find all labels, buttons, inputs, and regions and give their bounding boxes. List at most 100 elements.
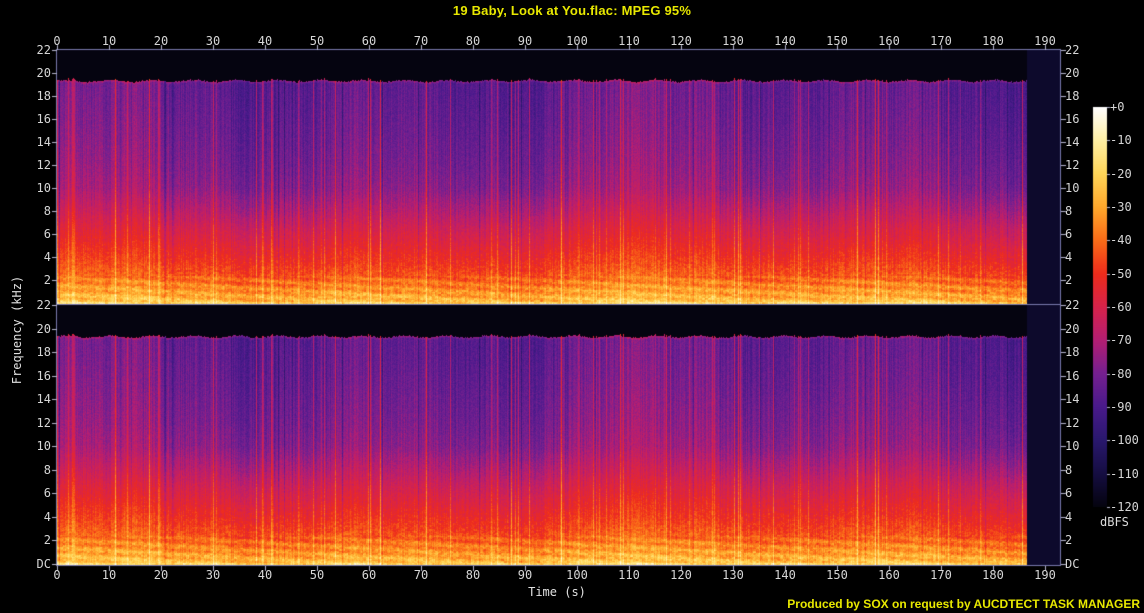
freq-tick-label: 10 bbox=[1065, 181, 1080, 195]
time-tick-label: 40 bbox=[257, 34, 273, 48]
credit-line: Produced by SOX on request by AUCDTECT T… bbox=[787, 597, 1140, 611]
time-tick-label: 80 bbox=[465, 568, 481, 582]
time-tick-label: 150 bbox=[826, 34, 848, 48]
time-tick-label: 150 bbox=[826, 568, 848, 582]
time-tick-label: 90 bbox=[517, 568, 533, 582]
time-tick-label: 100 bbox=[566, 568, 588, 582]
freq-tick-label: 8 bbox=[1065, 204, 1073, 218]
freq-tick-label: 6 bbox=[43, 486, 51, 500]
freq-tick-label: 2 bbox=[43, 533, 51, 547]
freq-tick-label: 16 bbox=[36, 369, 51, 383]
freq-tick-label: 4 bbox=[43, 510, 51, 524]
colorbar-tick-label: -90 bbox=[1110, 400, 1132, 414]
freq-tick-label: 12 bbox=[36, 416, 51, 430]
time-tick-label: 160 bbox=[878, 568, 900, 582]
time-axis-title: Time (s) bbox=[528, 585, 586, 599]
colorbar-tick-label: -40 bbox=[1110, 233, 1132, 247]
time-tick-label: 70 bbox=[413, 34, 429, 48]
freq-tick-label: 18 bbox=[1065, 345, 1080, 359]
freq-tick-label: 18 bbox=[36, 89, 51, 103]
time-tick-label: 70 bbox=[413, 568, 429, 582]
freq-tick-label: 4 bbox=[1065, 510, 1073, 524]
freq-tick-label: 8 bbox=[43, 204, 51, 218]
time-tick-label: 130 bbox=[722, 568, 744, 582]
freq-tick-label: 22 bbox=[1065, 43, 1080, 57]
freq-tick-label: 12 bbox=[1065, 416, 1080, 430]
time-tick-label: 110 bbox=[618, 568, 640, 582]
colorbar-unit-label: dBFS bbox=[1100, 515, 1129, 529]
freq-tick-label: 6 bbox=[43, 227, 51, 241]
freq-tick-label: DC bbox=[1065, 557, 1080, 571]
colorbar-tick-label: -20 bbox=[1110, 167, 1132, 181]
freq-tick-label: 10 bbox=[1065, 439, 1080, 453]
freq-tick-label: 18 bbox=[1065, 89, 1080, 103]
time-tick-label: 180 bbox=[982, 568, 1004, 582]
time-tick-label: 170 bbox=[930, 568, 952, 582]
colorbar-tick-label: -60 bbox=[1110, 300, 1132, 314]
freq-tick-label: 14 bbox=[1065, 135, 1080, 149]
colorbar-tick-label: -10 bbox=[1110, 133, 1132, 147]
time-tick-label: 60 bbox=[361, 568, 377, 582]
freq-tick-label: 20 bbox=[1065, 66, 1080, 80]
freq-tick-label: 12 bbox=[1065, 158, 1080, 172]
time-tick-label: 20 bbox=[153, 34, 169, 48]
time-tick-label: 10 bbox=[101, 34, 117, 48]
time-tick-label: 0 bbox=[53, 34, 61, 48]
freq-tick-label: 6 bbox=[1065, 227, 1073, 241]
time-tick-label: 50 bbox=[309, 34, 325, 48]
freq-axis-title: Frequency (kHz) bbox=[10, 275, 24, 385]
time-tick-label: 80 bbox=[465, 34, 481, 48]
colorbar-tick-label: -50 bbox=[1110, 267, 1132, 281]
time-tick-label: 0 bbox=[53, 568, 61, 582]
time-tick-label: 190 bbox=[1034, 34, 1056, 48]
freq-tick-label: 8 bbox=[1065, 463, 1073, 477]
colorbar-tick-label: -80 bbox=[1110, 367, 1132, 381]
freq-tick-label: 2 bbox=[43, 273, 51, 287]
freq-tick-label: 22 bbox=[1065, 298, 1080, 312]
time-tick-label: 140 bbox=[774, 568, 796, 582]
time-tick-label: 160 bbox=[878, 34, 900, 48]
freq-tick-label: 12 bbox=[36, 158, 51, 172]
freq-tick-label: DC bbox=[36, 557, 51, 571]
freq-tick-label: 2 bbox=[1065, 533, 1073, 547]
time-tick-label: 190 bbox=[1034, 568, 1056, 582]
time-tick-label: 60 bbox=[361, 34, 377, 48]
time-tick-label: 130 bbox=[722, 34, 744, 48]
freq-tick-label: 18 bbox=[36, 345, 51, 359]
time-tick-label: 50 bbox=[309, 568, 325, 582]
freq-tick-label: 20 bbox=[36, 66, 51, 80]
freq-tick-label: 4 bbox=[1065, 250, 1073, 264]
time-tick-label: 10 bbox=[101, 568, 117, 582]
freq-tick-label: 20 bbox=[1065, 322, 1080, 336]
colorbar-tick-label: -100 bbox=[1110, 433, 1139, 447]
freq-tick-label: 20 bbox=[36, 322, 51, 336]
time-tick-label: 100 bbox=[566, 34, 588, 48]
page-title: 19 Baby, Look at You.flac: MPEG 95% bbox=[452, 3, 692, 18]
freq-tick-label: 14 bbox=[36, 392, 51, 406]
time-tick-label: 30 bbox=[205, 34, 221, 48]
freq-tick-label: 16 bbox=[1065, 369, 1080, 383]
freq-tick-label: 14 bbox=[1065, 392, 1080, 406]
freq-tick-label: 16 bbox=[36, 112, 51, 126]
colorbar-tick-label: +0 bbox=[1110, 100, 1125, 114]
time-tick-label: 180 bbox=[982, 34, 1004, 48]
spectrogram-figure: 19 Baby, Look at You.flac: MPEG 95% 0 0 10… bbox=[0, 0, 1144, 613]
colorbar-tick-label: -30 bbox=[1110, 200, 1132, 214]
freq-tick-label: 22 bbox=[36, 298, 51, 312]
colorbar-tick-label: -120 bbox=[1110, 500, 1139, 514]
freq-tick-label: 8 bbox=[43, 463, 51, 477]
time-tick-label: 20 bbox=[153, 568, 169, 582]
time-tick-label: 170 bbox=[930, 34, 952, 48]
freq-tick-label: 6 bbox=[1065, 486, 1073, 500]
colorbar-tick-label: -70 bbox=[1110, 333, 1132, 347]
time-tick-label: 110 bbox=[618, 34, 640, 48]
freq-tick-label: 10 bbox=[36, 439, 51, 453]
spectrogram-canvas bbox=[0, 0, 1144, 613]
freq-tick-label: 2 bbox=[1065, 273, 1073, 287]
time-tick-label: 120 bbox=[670, 568, 692, 582]
time-tick-label: 90 bbox=[517, 34, 533, 48]
time-tick-label: 120 bbox=[670, 34, 692, 48]
freq-tick-label: 16 bbox=[1065, 112, 1080, 126]
time-tick-label: 40 bbox=[257, 568, 273, 582]
colorbar-tick-label: -110 bbox=[1110, 467, 1139, 481]
